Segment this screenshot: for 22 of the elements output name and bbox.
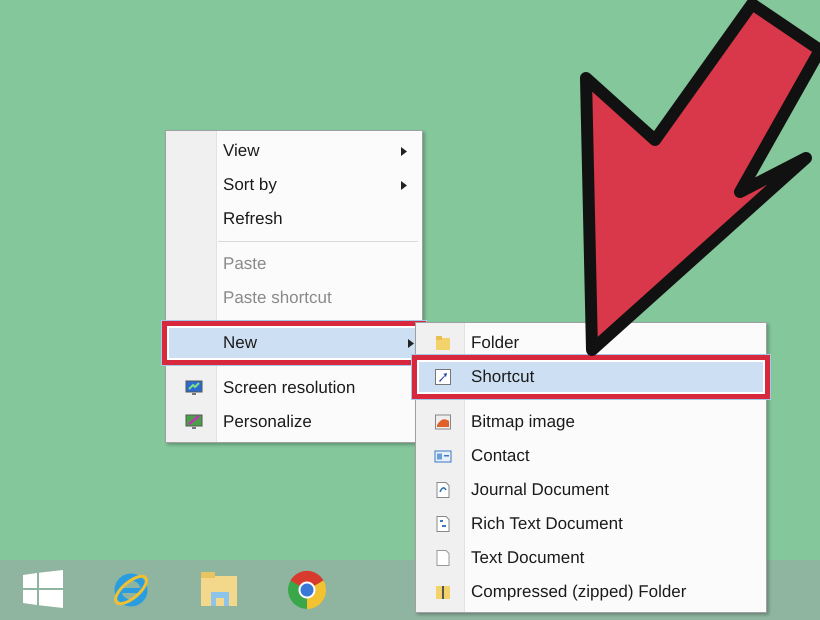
picture-icon [434, 413, 452, 431]
menu-item[interactable]: Compressed (zipped) Folder [418, 575, 764, 609]
menu-item[interactable]: Bitmap image [418, 405, 764, 439]
document-icon [434, 481, 452, 499]
menu-item[interactable]: Contact [418, 439, 764, 473]
menu-item[interactable]: Rich Text Document [418, 507, 764, 541]
monitor-icon [185, 379, 203, 397]
zipped-folder-icon [434, 583, 452, 601]
menu-item[interactable]: Shortcut [411, 354, 771, 400]
folder-icon [434, 334, 452, 352]
monitor-brush-icon [185, 413, 203, 431]
blank-page-icon [434, 549, 452, 567]
menu-item[interactable]: Personalize [168, 405, 420, 439]
menu-item[interactable]: View [168, 134, 420, 168]
start-icon[interactable] [22, 569, 64, 611]
menu-item[interactable]: Journal Document [418, 473, 764, 507]
document-icon [434, 515, 452, 533]
menu-item[interactable]: Refresh [168, 202, 420, 236]
round-browser-icon[interactable] [286, 569, 328, 611]
menu-item[interactable]: Sort by [168, 168, 420, 202]
menu-item[interactable]: Text Document [418, 541, 764, 575]
menu-item[interactable]: New [161, 320, 427, 366]
